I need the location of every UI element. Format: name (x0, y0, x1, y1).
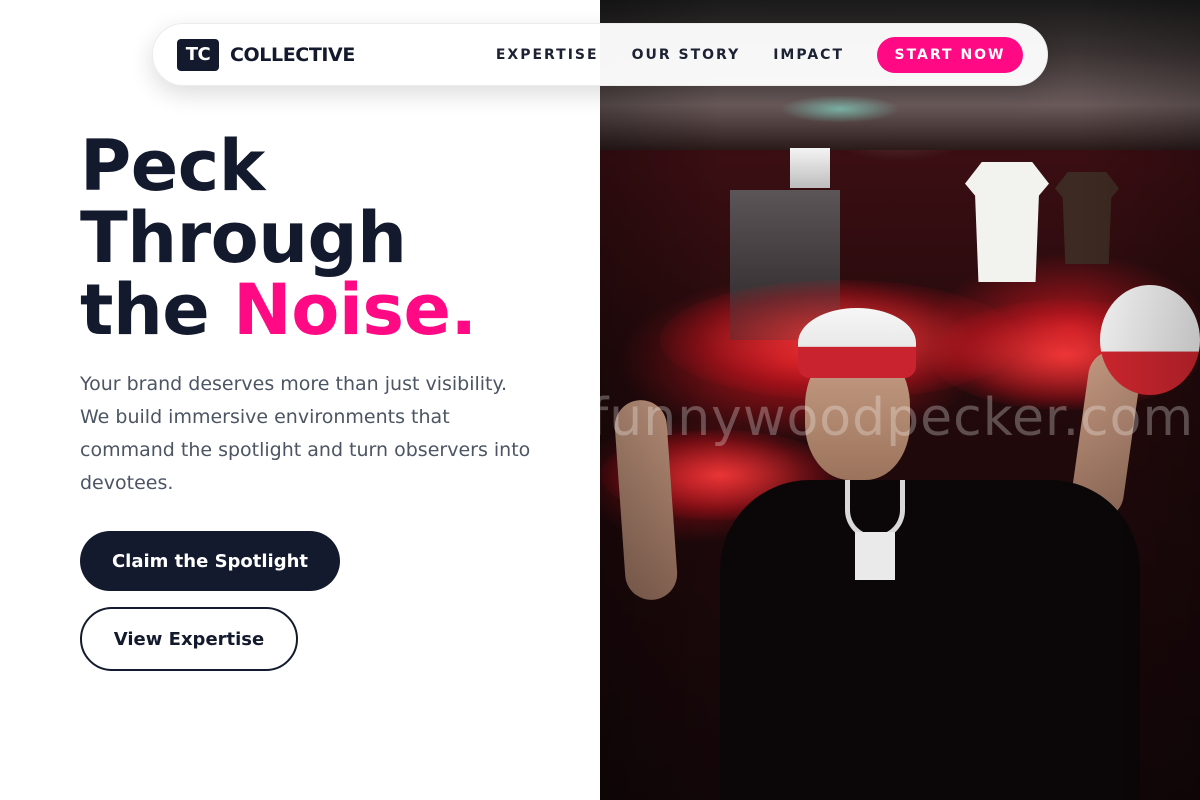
nav-link-impact[interactable]: IMPACT (773, 47, 844, 63)
hero-description: Your brand deserves more than just visib… (80, 373, 531, 494)
hero-title-line: Through (80, 197, 407, 279)
start-now-button[interactable]: START NOW (877, 36, 1023, 73)
hero-title: Peck Through the Noise. (80, 130, 600, 346)
hero-title-line: the (80, 269, 234, 351)
hero-photo: funnywoodpecker.com (600, 0, 1200, 800)
nav-link-our-story[interactable]: OUR STORY (632, 47, 741, 63)
nav-links: EXPERTISE OUR STORY IMPACT (496, 47, 844, 63)
photo-watermark: funnywoodpecker.com (600, 388, 1195, 448)
nav-link-expertise[interactable]: EXPERTISE (496, 47, 599, 63)
logo-mark: TC (177, 38, 219, 71)
logo-text: COLLECTIVE (230, 43, 355, 66)
hero-title-accent: Noise. (233, 269, 477, 351)
claim-spotlight-button[interactable]: Claim the Spotlight (80, 531, 340, 591)
top-navigation: TC COLLECTIVE EXPERTISE OUR STORY IMPACT… (152, 23, 1048, 86)
view-expertise-button[interactable]: View Expertise (80, 607, 298, 671)
brand-logo[interactable]: TC COLLECTIVE (177, 38, 355, 71)
hero-title-line: Peck (80, 125, 265, 207)
